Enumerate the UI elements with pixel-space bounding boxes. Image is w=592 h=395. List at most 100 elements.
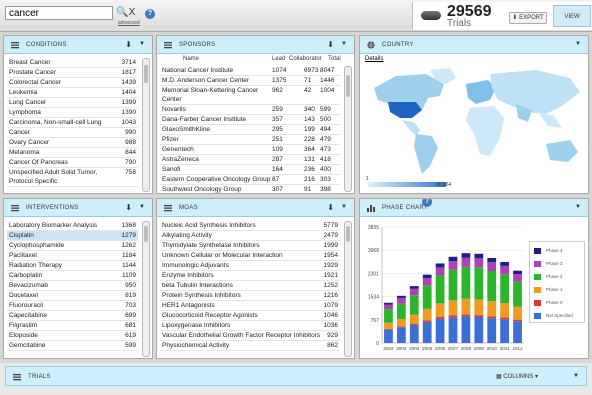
legend-swatch (534, 273, 541, 280)
list-item[interactable]: Thymidylate Synthetase Inhibitors 1999 (160, 241, 340, 251)
item-label: Lipoxygenase Inhibitors (162, 322, 231, 329)
item-label: Cancer (9, 129, 30, 136)
details-link[interactable]: Details (365, 56, 383, 62)
export-button[interactable]: ⬇ EXPORT (509, 12, 547, 24)
list-item[interactable]: Lung Cancer 1399 (7, 98, 138, 108)
list-item[interactable]: Radiation Therapy 1144 (7, 261, 138, 271)
columns-button[interactable]: ▦ COLUMNS ▾ (496, 373, 538, 380)
column-header-total[interactable]: Total (328, 56, 341, 62)
list-item[interactable]: Memorial Sloan-Kettering Cancer Center 96… (160, 86, 340, 105)
help-icon[interactable]: ? (145, 9, 155, 19)
list-item[interactable]: Ovary Cancer 988 (7, 138, 138, 148)
list-item[interactable]: Lymphoma 1390 (7, 108, 138, 118)
download-icon[interactable]: ⬇ (125, 203, 132, 212)
item-count: 681 (125, 322, 136, 329)
list-item[interactable]: Carboplatin 1109 (7, 271, 138, 281)
list-item[interactable]: Docetaxel 819 (7, 291, 138, 301)
item-count: 1439 (121, 79, 136, 86)
list-item[interactable]: Filgrastim 681 (7, 321, 138, 331)
column-header-lead[interactable]: Lead (272, 56, 285, 62)
list-item[interactable]: Immunologic Adjuvants 1929 (160, 261, 340, 271)
list-item[interactable]: Leukemia 1404 (7, 88, 138, 98)
legend-item[interactable]: Phase 0 (534, 299, 563, 307)
scrollbar[interactable] (344, 221, 352, 357)
item-count: 1216 (323, 292, 338, 299)
list-item[interactable]: Cancer 990 (7, 128, 138, 138)
bar-segment (448, 256, 458, 262)
item-label: Carboplatin (9, 272, 43, 279)
chevron-down-icon[interactable]: ▼ (341, 41, 347, 47)
bar-segment (422, 277, 432, 286)
list-item[interactable]: Lipoxygenase Inhibitors 1036 (160, 321, 340, 331)
legend-item[interactable]: Not Specified (534, 312, 573, 320)
list-item[interactable]: Southwest Oncology Group 307 91 398 (160, 185, 340, 193)
sponsor-collaborator: 199 (304, 126, 315, 133)
list-item[interactable]: HER1 Antagonists 1079 (160, 301, 340, 311)
list-item[interactable]: Etoposide 619 (7, 331, 138, 341)
list-item[interactable]: GlaxoSmithKline 295 199 494 (160, 125, 340, 135)
chevron-down-icon[interactable]: ▼ (575, 204, 581, 210)
list-item[interactable]: Pfizer 251 228 479 (160, 135, 340, 145)
column-header-collaborator[interactable]: Collaborator (289, 56, 322, 62)
advanced-search-link[interactable]: advanced (118, 20, 140, 26)
column-header-name[interactable]: Name (183, 56, 199, 62)
download-icon[interactable]: ⬇ (327, 203, 334, 212)
list-item[interactable]: Cancer Of Pancreas 790 (7, 158, 138, 168)
list-item[interactable]: National Cancer Institute 1074 6973 8047 (160, 66, 340, 76)
list-item[interactable]: Fluorouracil 703 (7, 301, 138, 311)
list-item[interactable]: Cisplatin 1279 (7, 231, 138, 241)
scrollbar[interactable] (142, 58, 150, 192)
list-item[interactable]: Laboratory Biomarker Analysis 1368 (7, 221, 138, 231)
item-label: Fluorouracil (9, 302, 43, 309)
list-item[interactable]: Physiochemical Activity 862 (160, 341, 340, 351)
list-item[interactable]: Protein Synthesis Inhibitors 1216 (160, 291, 340, 301)
list-item[interactable]: Paclitaxel 1184 (7, 251, 138, 261)
chevron-down-icon[interactable]: ▼ (139, 204, 145, 210)
list-item[interactable]: M.D. Anderson Cancer Center 1375 71 1446 (160, 76, 340, 86)
chevron-down-icon[interactable]: ▼ (575, 41, 581, 47)
list-item[interactable]: Melanoma 844 (7, 148, 138, 158)
y-tick-label: 3068 (368, 248, 379, 254)
list-item[interactable]: Unspecified Adult Solid Tumor, Protocol … (7, 168, 138, 187)
chevron-down-icon[interactable]: ▼ (139, 41, 145, 47)
bar-segment (461, 298, 471, 315)
list-item[interactable]: Alkylating Activity 2479 (160, 231, 340, 241)
list-item[interactable]: Glucocorticoid Receptor Agonists 1046 (160, 311, 340, 321)
legend-item[interactable]: Phase 3 (534, 260, 563, 268)
list-item[interactable]: Gemcitabine 599 (7, 341, 138, 351)
list-item[interactable]: Prostate Cancer 1817 (7, 68, 138, 78)
chevron-down-icon[interactable]: ▼ (341, 204, 347, 210)
list-item[interactable]: AstraZeneca 287 131 418 (160, 155, 340, 165)
list-item[interactable]: Vascular Endothelial Growth Factor Recep… (160, 331, 340, 341)
list-item[interactable]: Unknown Cellular or Molecular Interactio… (160, 251, 340, 261)
list-item[interactable]: Novartis 259 340 599 (160, 105, 340, 115)
clear-search-button[interactable]: X (127, 7, 137, 19)
legend-item[interactable]: Phase 4 (534, 247, 563, 255)
list-item[interactable]: Colorectal Cancer 1439 (7, 78, 138, 88)
list-item[interactable]: Enzyme Inhibitors 1921 (160, 271, 340, 281)
list-item[interactable]: Eastern Cooperative Oncology Group 87 216 3… (160, 175, 340, 185)
view-button[interactable]: VIEW (553, 5, 591, 27)
legend-item[interactable]: Phase 1 (534, 286, 563, 294)
world-map[interactable] (366, 66, 586, 178)
list-item[interactable]: Sanofi 164 236 400 (160, 165, 340, 175)
list-item[interactable]: Bevacizumab 950 (7, 281, 138, 291)
legend-label: Phase 4 (546, 248, 563, 253)
list-item[interactable]: Genentech 109 364 473 (160, 145, 340, 155)
help-icon[interactable]: ? (422, 199, 432, 207)
list-item[interactable]: Dana-Farber Cancer Institute 357 143 500 (160, 115, 340, 125)
list-item[interactable]: Capecitabine 699 (7, 311, 138, 321)
download-icon[interactable]: ⬇ (327, 40, 334, 49)
chevron-down-icon[interactable]: ▼ (573, 373, 579, 379)
search-input[interactable]: cancer (5, 6, 113, 20)
search-icon[interactable]: 🔍 (116, 7, 128, 19)
scrollbar[interactable] (142, 221, 150, 357)
download-icon[interactable]: ⬇ (125, 40, 132, 49)
list-item[interactable]: Breast Cancer 3714 (7, 58, 138, 68)
list-item[interactable]: Carcinoma, Non-small-cell Lung 1043 (7, 118, 138, 128)
list-item[interactable]: beta Tubulin Interactions 1252 (160, 281, 340, 291)
scrollbar[interactable] (344, 66, 352, 192)
list-item[interactable]: Cyclophosphamide 1262 (7, 241, 138, 251)
legend-item[interactable]: Phase 2 (534, 273, 563, 281)
list-item[interactable]: Nucleic Acid Synthesis Inhibitors 5779 (160, 221, 340, 231)
